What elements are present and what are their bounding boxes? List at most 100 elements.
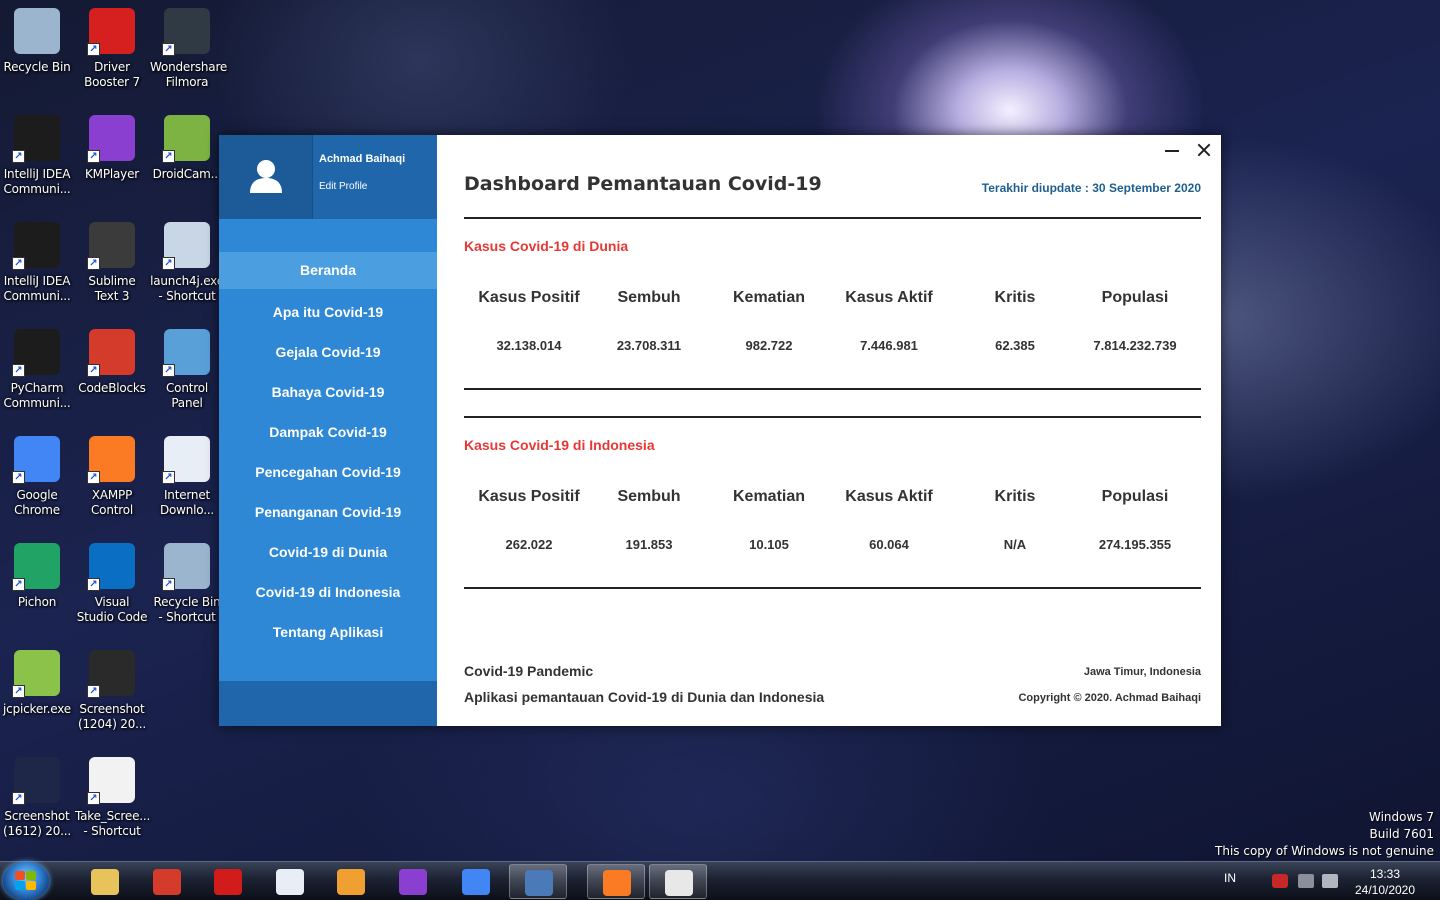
desktop-icon[interactable]: ↗ CodeBlocks <box>75 329 149 396</box>
java-file-icon: ↗ <box>87 757 135 805</box>
taskbar-button[interactable] <box>138 864 196 899</box>
nav-item[interactable]: Dampak Covid-19 <box>219 412 437 452</box>
desktop-icon[interactable]: ↗ XAMPP Control <box>75 436 149 518</box>
nav-item[interactable]: Penanganan Covid-19 <box>219 492 437 532</box>
nav-item[interactable]: Covid-19 di Dunia <box>219 532 437 572</box>
tray-flag-icon[interactable] <box>1272 874 1288 888</box>
stat-column: Sembuh 23.708.311 <box>584 289 714 353</box>
desktop-icon[interactable]: Recycle Bin <box>0 8 74 75</box>
desktop-icon[interactable]: ↗ IntelliJ IDEA Communi... <box>0 222 74 304</box>
stat-column: Populasi 7.814.232.739 <box>1070 289 1200 353</box>
desktop-icon-label: Internet Downlo... <box>159 488 215 517</box>
desktop-icon[interactable]: ↗ PyCharm Communi... <box>0 329 74 411</box>
virtualbox-icon <box>525 870 553 896</box>
stat-value: 23.708.311 <box>616 338 682 353</box>
desktop-icon[interactable]: ↗ Internet Downlo... <box>150 436 224 518</box>
stat-value: 191.853 <box>625 537 673 552</box>
footer-title: Covid-19 Pandemic <box>464 663 594 679</box>
control-panel-icon: ↗ <box>162 329 210 377</box>
divider <box>464 217 1201 219</box>
launch4j-icon: ↗ <box>162 222 210 270</box>
desktop-icon[interactable]: ↗ Visual Studio Code <box>75 543 149 625</box>
stat-column: Populasi 274.195.355 <box>1070 488 1200 552</box>
taskbar-button[interactable] <box>199 864 257 899</box>
desktop-icon[interactable]: ↗ IntelliJ IDEA Communi... <box>0 115 74 197</box>
desktop-icon-label: XAMPP Control <box>91 488 133 517</box>
taskbar-button[interactable] <box>384 864 442 899</box>
stat-column: Kasus Positif 32.138.014 <box>464 289 594 353</box>
desktop-icon-label: Control Panel <box>166 381 208 410</box>
image-file-icon: ↗ <box>87 650 135 698</box>
language-indicator[interactable]: IN <box>1224 871 1236 885</box>
stat-value: 62.385 <box>995 338 1035 353</box>
windows-watermark: Windows 7 Build 7601 This copy of Window… <box>1215 809 1434 860</box>
nav-item[interactable]: Gejala Covid-19 <box>219 332 437 372</box>
watermark-line: Windows 7 <box>1368 810 1434 824</box>
taskbar-button[interactable] <box>76 864 134 899</box>
desktop-icon-label: launch4j.exe - Shortcut <box>150 274 224 303</box>
taskbar-button[interactable] <box>261 864 319 899</box>
minimize-button[interactable] <box>1161 141 1183 159</box>
clock[interactable]: 13:33 24/10/2020 <box>1350 866 1420 898</box>
taskbar-button[interactable] <box>587 864 645 899</box>
intellij-icon: ↗ <box>12 115 60 163</box>
stat-header: Kematian <box>732 488 806 505</box>
desktop-icon[interactable]: ↗ Google Chrome <box>0 436 74 518</box>
desktop-icon[interactable]: ↗ Sublime Text 3 <box>75 222 149 304</box>
nav-item[interactable]: Covid-19 di Indonesia <box>219 572 437 612</box>
stat-column: Sembuh 191.853 <box>584 488 714 552</box>
shortcut-arrow-icon: ↗ <box>162 150 175 163</box>
kmplayer-icon <box>399 869 427 895</box>
desktop-icon[interactable]: ↗ Driver Booster 7 <box>75 8 149 90</box>
avatar[interactable] <box>219 135 313 219</box>
close-button[interactable] <box>1193 141 1215 159</box>
nav-item[interactable]: Apa itu Covid-19 <box>219 292 437 332</box>
desktop-icon-label: IntelliJ IDEA Communi... <box>3 167 71 196</box>
shortcut-arrow-icon: ↗ <box>87 471 100 484</box>
nav-item[interactable]: Pencegahan Covid-19 <box>219 452 437 492</box>
watermark-line: Build 7601 <box>1369 827 1434 841</box>
start-button[interactable] <box>3 862 49 900</box>
desktop-icon[interactable]: ↗ launch4j.exe - Shortcut <box>150 222 224 304</box>
desktop-icon[interactable]: ↗ Pichon <box>0 543 74 610</box>
image-file-icon: ↗ <box>12 757 60 805</box>
shortcut-arrow-icon: ↗ <box>12 150 25 163</box>
clock-time: 13:33 <box>1369 867 1401 881</box>
xampp-icon <box>603 870 631 896</box>
footer-copyright: Copyright © 2020. Achmad Baihaqi <box>1018 692 1201 704</box>
stat-column: Kritis 62.385 <box>950 289 1080 353</box>
shortcut-arrow-icon: ↗ <box>12 364 25 377</box>
desktop-icon[interactable]: ↗ Recycle Bin - Shortcut <box>150 543 224 625</box>
shortcut-arrow-icon: ↗ <box>87 364 100 377</box>
edit-profile-link[interactable]: Edit Profile <box>319 181 367 192</box>
desktop-icon[interactable]: ↗ Take_Scree... - Shortcut <box>75 757 151 839</box>
main-panel: Dashboard Pemantauan Covid-19 Terakhir d… <box>437 135 1221 726</box>
nav-item[interactable]: Beranda <box>219 252 437 289</box>
stat-value: N/A <box>1003 537 1027 552</box>
nav-item[interactable]: Tentang Aplikasi <box>219 612 437 652</box>
desktop-icon[interactable]: ↗ jcpicker.exe <box>0 650 74 717</box>
desktop-icon-label: Wondershare Filmora <box>150 60 228 89</box>
shortcut-arrow-icon: ↗ <box>12 685 25 698</box>
volume-icon[interactable] <box>1322 874 1338 888</box>
desktop-icon-label: DroidCam... <box>152 167 222 181</box>
desktop-icon[interactable]: ↗ Screenshot (1612) 20... <box>0 757 74 839</box>
nav-item[interactable]: Bahaya Covid-19 <box>219 372 437 412</box>
desktop-icon[interactable]: ↗ Wondershare Filmora <box>150 8 228 90</box>
desktop-icon[interactable]: ↗ Control Panel <box>150 329 224 411</box>
taskbar-button[interactable] <box>322 864 380 899</box>
desktop-icon[interactable]: ↗ KMPlayer <box>75 115 149 182</box>
desktop-icon-label: Take_Scree... - Shortcut <box>75 809 151 838</box>
jcpicker-icon: ↗ <box>12 650 60 698</box>
desktop-icon-label: Visual Studio Code <box>76 595 148 624</box>
network-icon[interactable] <box>1298 874 1314 888</box>
kmplayer-icon: ↗ <box>87 115 135 163</box>
taskbar-button[interactable] <box>447 864 505 899</box>
desktop-icon[interactable]: ↗ DroidCam... <box>150 115 224 182</box>
desktop-icon[interactable]: ↗ Screenshot (1204) 20... <box>75 650 149 732</box>
stat-value: 262.022 <box>505 537 553 552</box>
stat-column: Kasus Aktif 7.446.981 <box>824 289 954 353</box>
taskbar-button[interactable] <box>509 864 567 899</box>
desktop-icon-label: Google Chrome <box>14 488 60 517</box>
taskbar-button[interactable] <box>649 864 707 899</box>
